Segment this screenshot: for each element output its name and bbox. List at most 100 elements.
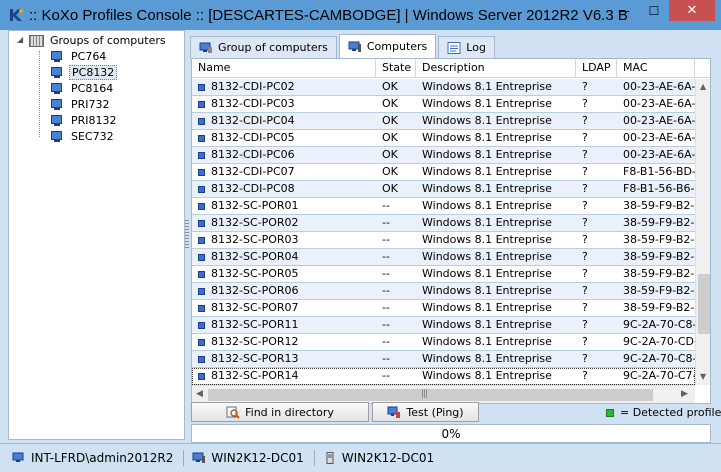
cell-state: -- — [382, 267, 390, 280]
tree-item-pc8132[interactable]: PC8132 — [51, 65, 118, 80]
tree-item-label: PC764 — [71, 50, 107, 63]
computer-name: 8132-CDI-PC08 — [211, 182, 295, 195]
table-row[interactable]: 8132-SC-POR03 -- Windows 8.1 Entreprise? 38… — [192, 232, 695, 249]
cell-state: -- — [382, 335, 390, 348]
cell-state: -- — [382, 216, 390, 229]
scroll-left-arrow-icon[interactable]: ◀ — [196, 389, 203, 399]
tree-item-label: PRI732 — [71, 98, 110, 111]
tree-item-pc8164[interactable]: PC8164 — [51, 81, 115, 96]
progress-text: 0% — [441, 427, 461, 441]
computer-name: 8132-SC-POR07 — [211, 301, 299, 314]
cell-description: Windows 8.1 Entreprise — [422, 216, 552, 229]
computer-name: 8132-SC-POR01 — [211, 199, 299, 212]
computer-icon — [51, 98, 66, 111]
tree-root[interactable]: Groups of computers — [29, 33, 168, 48]
table-row[interactable]: 8132-CDI-PC03 OK Windows 8.1 Entreprise? 00… — [192, 96, 695, 113]
cell-description: Windows 8.1 Entreprise — [422, 114, 552, 127]
tree-item-pc764[interactable]: PC764 — [51, 49, 108, 64]
table-row[interactable]: 8132-SC-POR11 -- Windows 8.1 Entreprise? 9C… — [192, 317, 695, 334]
cell-mac: 38-59-F9-B2-26 — [623, 233, 695, 246]
tab-computers[interactable]: Computers — [338, 34, 437, 58]
table-row[interactable]: 8132-CDI-PC02 OK Windows 8.1 Entreprise? 00… — [192, 79, 695, 96]
table-row[interactable]: 8132-SC-POR14 -- Windows 8.1 Entreprise? 9C… — [192, 368, 695, 385]
computer-status-icon — [198, 134, 205, 142]
cell-description: Windows 8.1 Entreprise — [422, 97, 552, 110]
cell-ldap: ? — [582, 199, 588, 212]
koxo-app-icon[interactable] — [8, 7, 24, 23]
cell-name: 8132-SC-POR12 — [192, 334, 376, 350]
table-row[interactable]: 8132-SC-POR01 -- Windows 8.1 Entreprise? 38… — [192, 198, 695, 215]
detected-profile-swatch-icon — [606, 408, 614, 417]
computer-name: 8132-CDI-PC03 — [211, 97, 295, 110]
minimize-button[interactable]: — — [609, 0, 639, 21]
table-row[interactable]: 8132-SC-POR13 -- Windows 8.1 Entreprise? 9C… — [192, 351, 695, 368]
close-button[interactable]: ✕ — [669, 0, 715, 21]
panel-splitter[interactable] — [185, 220, 189, 250]
table-row[interactable]: 8132-SC-POR07 -- Windows 8.1 Entreprise? 38… — [192, 300, 695, 317]
horizontal-scroll-thumb[interactable] — [208, 389, 653, 401]
cell-description: Windows 8.1 Entreprise — [422, 165, 552, 178]
cell-mac: 9C-2A-70-C8-4 — [623, 318, 695, 331]
table-row[interactable]: 8132-CDI-PC08 OK Windows 8.1 Entreprise? F8… — [192, 181, 695, 198]
status-separator — [313, 450, 315, 466]
tab-group-of-computers[interactable]: Group of computers — [190, 36, 337, 58]
vertical-scroll-thumb[interactable] — [698, 274, 710, 334]
scroll-right-arrow-icon[interactable]: ▶ — [681, 389, 688, 399]
ping-icon — [387, 406, 401, 419]
table-row[interactable]: 8132-CDI-PC05 OK Windows 8.1 Entreprise? 00… — [192, 130, 695, 147]
table-row[interactable]: 8132-SC-POR04 -- Windows 8.1 Entreprise? 38… — [192, 249, 695, 266]
test-ping-button[interactable]: Test (Ping) — [372, 402, 479, 422]
computer-group-icon — [29, 34, 44, 47]
table-row[interactable]: 8132-SC-POR05 -- Windows 8.1 Entreprise? 38… — [192, 266, 695, 283]
cell-mac: 9C-2A-70-C8-4 — [623, 352, 695, 365]
table-row[interactable]: 8132-CDI-PC07 OK Windows 8.1 Entreprise? F8… — [192, 164, 695, 181]
computer-name: 8132-SC-POR05 — [211, 267, 299, 280]
cell-mac: 38-59-F9-B2-26 — [623, 199, 695, 212]
detected-profile-legend: = Detected profile — [606, 406, 721, 419]
tree-item-sec732[interactable]: SEC732 — [51, 129, 116, 144]
collapse-arrow-icon[interactable]: ◢ — [17, 35, 23, 44]
user-computer-icon — [12, 452, 26, 464]
computer-status-icon — [198, 355, 205, 363]
table-row[interactable]: 8132-SC-POR06 -- Windows 8.1 Entreprise? 38… — [192, 283, 695, 300]
cell-state: OK — [382, 131, 398, 144]
vertical-scrollbar[interactable]: ▲ ▼ — [695, 79, 710, 385]
find-directory-icon — [226, 406, 240, 419]
horizontal-scrollbar[interactable]: ◀ ||| ▶ — [192, 385, 695, 403]
table-row[interactable]: 8132-SC-POR12 -- Windows 8.1 Entreprise? 9C… — [192, 334, 695, 351]
cell-name: 8132-SC-POR06 — [192, 283, 376, 299]
tree-item-pri732[interactable]: PRI732 — [51, 97, 112, 112]
tree-item-pri8132[interactable]: PRI8132 — [51, 113, 119, 128]
computers-tab-icon — [348, 41, 362, 53]
cell-mac: 00-23-AE-6A-31 — [623, 114, 695, 127]
column-header-ldap[interactable]: LDAP — [576, 59, 617, 78]
cell-name: 8132-SC-POR14 — [192, 368, 376, 384]
cell-name: 8132-SC-POR07 — [192, 300, 376, 316]
column-header-description[interactable]: Description — [416, 59, 576, 78]
computer-name: 8132-CDI-PC05 — [211, 131, 295, 144]
column-header-state[interactable]: State — [376, 59, 416, 78]
cell-description: Windows 8.1 Entreprise — [422, 335, 552, 348]
computer-status-icon — [198, 304, 205, 312]
scroll-down-arrow-icon[interactable]: ▼ — [700, 372, 706, 381]
cell-ldap: ? — [582, 148, 588, 161]
table-row[interactable]: 8132-SC-POR02 -- Windows 8.1 Entreprise? 38… — [192, 215, 695, 232]
computer-status-icon — [198, 151, 205, 159]
main-frame: ◢ Groups of computers PC764 PC8132 PC816… — [0, 30, 721, 472]
find-in-directory-button[interactable]: Find in directory — [191, 402, 369, 422]
table-row[interactable]: 8132-CDI-PC04 OK Windows 8.1 Entreprise? 00… — [192, 113, 695, 130]
cell-state: -- — [382, 233, 390, 246]
cell-mac: 38-59-F9-B2-26 — [623, 301, 695, 314]
cell-name: 8132-SC-POR13 — [192, 351, 376, 367]
groups-tree[interactable]: ◢ Groups of computers PC764 PC8132 PC816… — [8, 30, 185, 440]
scroll-up-arrow-icon[interactable]: ▲ — [700, 82, 706, 91]
grid-body: 8132-CDI-PC02 OK Windows 8.1 Entreprise? 00… — [192, 79, 695, 385]
cell-mac: 38-59-F9-B2-38 — [623, 267, 695, 280]
tab-log[interactable]: Log — [438, 36, 495, 58]
tree-item-label: PC8132 — [69, 65, 118, 80]
column-header-name[interactable]: Name — [192, 59, 376, 78]
cell-description: Windows 8.1 Entreprise — [422, 250, 552, 263]
table-row[interactable]: 8132-CDI-PC06 OK Windows 8.1 Entreprise? 00… — [192, 147, 695, 164]
maximize-button[interactable]: ☐ — [639, 0, 669, 21]
column-header-mac[interactable]: MAC — [617, 59, 695, 78]
